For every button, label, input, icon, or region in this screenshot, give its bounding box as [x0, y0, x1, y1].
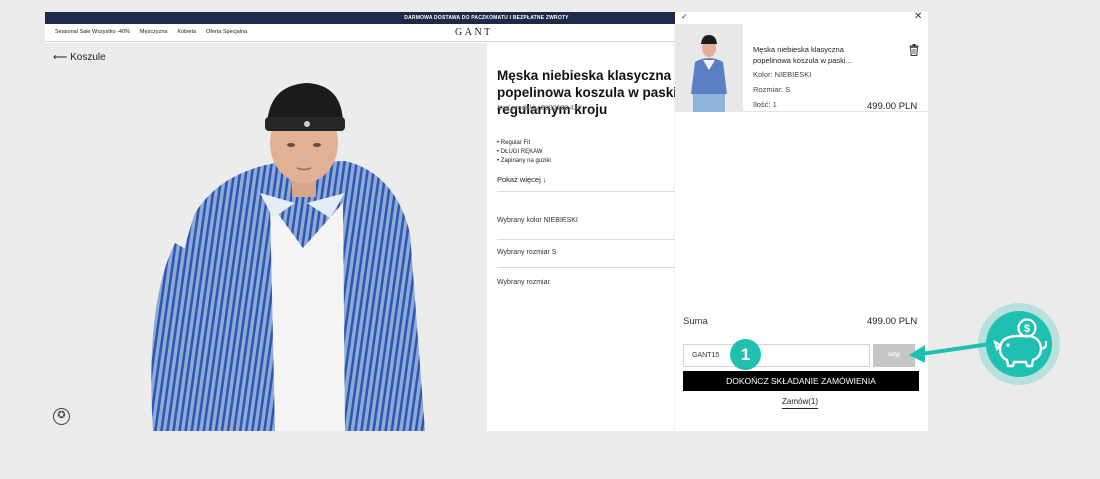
- star-badge-icon: ✪: [53, 408, 70, 425]
- shop-window: DARMOWA DOSTAWA DO PACZKOMATU I BEZPŁATN…: [45, 12, 928, 431]
- selected-size-option[interactable]: Wybrany rozmiar S: [497, 249, 556, 256]
- cart-item-color: Kolor: NIEBIESKI: [753, 70, 812, 79]
- order-link[interactable]: Zamów(1): [782, 397, 819, 409]
- feature-item: Zapinany na guziki: [497, 157, 551, 166]
- product-photo: [45, 43, 487, 431]
- cart-drawer: ✓ ✕ Męska niebieska klasyczna popelinowa…: [675, 12, 928, 431]
- close-icon[interactable]: ✕: [914, 12, 922, 22]
- piggy-bank-icon: $: [993, 318, 1048, 368]
- nav-links: Seasonal Sale Wszystko -40% Mężczyzna Ko…: [55, 29, 247, 35]
- total-value: 499.00 PLN: [867, 316, 918, 327]
- svg-text:$: $: [1024, 323, 1030, 335]
- feature-item: DŁUGI RĘKAW: [497, 148, 551, 157]
- model-illustration: [45, 43, 487, 431]
- total-label: Suma: [683, 316, 708, 327]
- product-info: Męska niebieska klasyczna popelinowa kos…: [487, 43, 689, 431]
- size-selector[interactable]: Wybrany rozmiar: [497, 279, 550, 286]
- cart-item-name[interactable]: Męska niebieska klasyczna popelinowa kos…: [753, 44, 873, 66]
- feature-item: Regular Fit: [497, 139, 551, 148]
- show-more-button[interactable]: Pokaż więcej ↓: [497, 175, 547, 184]
- feature-list: Regular Fit DŁUGI RĘKAW Zapinany na guzi…: [497, 139, 551, 166]
- divider: [497, 267, 675, 268]
- step-number-badge: 1: [730, 339, 761, 370]
- cart-item: Męska niebieska klasyczna popelinowa kos…: [675, 24, 928, 112]
- back-to-shirts-link[interactable]: ⟵ Koszule: [53, 52, 106, 63]
- check-icon: ✓: [681, 12, 688, 21]
- divider: [497, 191, 675, 192]
- divider: [497, 239, 675, 240]
- nav-link-women[interactable]: Kobieta: [177, 29, 196, 35]
- piggy-bank-badge: $: [986, 311, 1052, 377]
- cart-item-price: 499.00 PLN: [867, 101, 918, 112]
- brand-logo[interactable]: GANT: [455, 27, 493, 38]
- trash-icon[interactable]: [909, 44, 919, 56]
- selected-color-option[interactable]: Wybrany kolor NIEBIESKI: [497, 217, 578, 224]
- cart-item-quantity: Ilość: 1: [753, 100, 777, 109]
- main-nav: Seasonal Sale Wszystko -40% Mężczyzna Ko…: [45, 24, 675, 42]
- nav-link-special-offer[interactable]: Oferta Specjalna: [206, 29, 247, 35]
- nav-link-sale[interactable]: Seasonal Sale Wszystko -40%: [55, 29, 130, 35]
- coupon-code-input[interactable]: [683, 344, 870, 367]
- cart-item-thumbnail[interactable]: [675, 24, 743, 112]
- checkout-button[interactable]: DOKOŃCZ SKŁADANIE ZAMÓWIENIA: [683, 371, 919, 391]
- cart-item-size: Rozmiar: S: [753, 85, 791, 94]
- nav-link-men[interactable]: Mężczyzna: [140, 29, 168, 35]
- thumbnail-image: [675, 24, 743, 112]
- product-code: Kod produktu 3000130.436: [497, 105, 582, 112]
